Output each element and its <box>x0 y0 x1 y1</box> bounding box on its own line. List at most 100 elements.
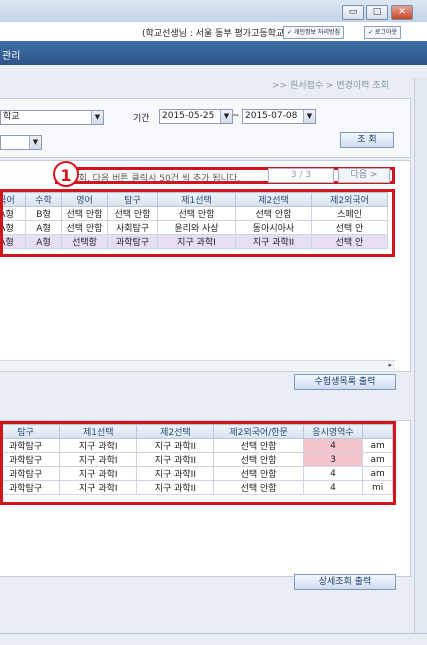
pager-message: ※ 조회, 다음 버튼 클릭시 50건 씩 추가 됩니다. <box>60 174 241 184</box>
category-select[interactable]: ▼ <box>0 135 42 150</box>
table-cell-count: 3 <box>302 452 364 467</box>
table-cell: am <box>362 466 393 481</box>
table-cell: 선택 안 <box>311 234 388 249</box>
school-select-value: 학교 <box>3 112 20 122</box>
print-detail-button[interactable]: 상세조회 출력 <box>294 574 396 590</box>
table-cell: 지구 과학I <box>59 466 138 481</box>
table-cell: A형 <box>3 206 26 221</box>
table-cell: 지구 과학II <box>136 438 215 453</box>
horizontal-scrollbar[interactable]: ▸ <box>0 360 395 370</box>
maximize-icon[interactable]: □ <box>366 5 388 20</box>
next-page-button[interactable]: 다음 > <box>338 168 390 183</box>
vertical-scrollbar[interactable] <box>414 78 427 633</box>
student-grid: 국어 수학 영어 탐구 제1선택 제2선택 제2외국어 A형 B형 선택 안함 … <box>0 189 395 257</box>
table-cell: 과학탐구 <box>107 234 158 249</box>
table-cell: 지구 과학II <box>136 480 215 495</box>
breadcrumb: >> 원서접수 > 변경이력 조회 <box>272 81 389 91</box>
date-range-separator: ~ <box>232 111 240 121</box>
table-cell: 윤리와 사상 <box>157 220 236 235</box>
chevron-down-icon[interactable]: ▼ <box>91 111 103 124</box>
table-row[interactable]: A형 B형 선택 안함 선택 안함 선택 안함 선택 안함 스페인 <box>3 206 388 221</box>
table-cell: 선택 안함 <box>213 452 304 467</box>
window-bottom-border <box>0 633 427 634</box>
table-cell: 사회탐구 <box>107 220 158 235</box>
table-cell: 선택 안함 <box>61 206 108 221</box>
column-header[interactable]: 제1선택 <box>157 192 236 207</box>
table-row[interactable]: 과학탐구 지구 과학I 지구 과학II 선택 안함 4 am <box>3 438 393 453</box>
table-cell: A형 <box>25 220 62 235</box>
search-panel <box>0 98 411 158</box>
table-cell: 지구 과학I <box>157 234 236 249</box>
search-button[interactable]: 조 회 <box>340 132 394 148</box>
table-cell: mi <box>362 480 393 495</box>
period-label: 기간 <box>133 114 150 124</box>
table-cell: 지구 과학I <box>59 438 138 453</box>
table-row[interactable]: 과학탐구 지구 과학I 지구 과학II 선택 안함 3 am <box>3 452 393 467</box>
window-titlebar: ▭ □ ✕ <box>0 0 427 23</box>
table-cell-count: 4 <box>302 480 364 495</box>
table-cell: 선택 안함 <box>213 466 304 481</box>
page-title: 관리 <box>2 51 21 62</box>
user-bar: (학교선생님 : 서울 동부 평가고등학교) 학교일반 님 ✓ 개인정보 처리방… <box>0 22 427 42</box>
table-cell: 지구 과학II <box>136 466 215 481</box>
table-cell: 선택 안 <box>311 220 388 235</box>
table-cell: A형 <box>3 234 26 249</box>
chevron-down-icon[interactable]: ▼ <box>303 110 315 123</box>
table-cell: 지구 과학II <box>235 234 312 249</box>
column-header[interactable]: 제2선택 <box>235 192 312 207</box>
table-cell: A형 <box>25 234 62 249</box>
table-cell: 지구 과학II <box>136 452 215 467</box>
date-from-select[interactable]: 2015-05-25 ▼ <box>159 109 233 124</box>
table-row[interactable]: 과학탐구 지구 과학I 지구 과학II 선택 안함 4 am <box>3 466 393 481</box>
table-cell: 선택 안함 <box>235 206 312 221</box>
table-cell: am <box>362 438 393 453</box>
table-cell: 과학탐구 <box>3 466 61 481</box>
table-cell: 과학탐구 <box>3 452 61 467</box>
column-header[interactable] <box>362 424 393 439</box>
detail-grid: 탐구 제1선택 제2선택 제2외국어/한문 응시영역수 과학탐구 지구 과학I … <box>0 421 396 505</box>
table-cell: 동아시아사 <box>235 220 312 235</box>
column-header[interactable]: 제2외국어/한문 <box>213 424 304 439</box>
column-header[interactable]: 탐구 <box>3 424 61 439</box>
table-header-row: 국어 수학 영어 탐구 제1선택 제2선택 제2외국어 <box>3 192 388 207</box>
print-student-list-button[interactable]: 수험생목록 출력 <box>294 374 396 390</box>
logout-button[interactable]: ✓ 로그아웃 <box>364 26 402 39</box>
column-header[interactable]: 국어 <box>3 192 26 207</box>
callout-number: 1 <box>53 161 79 187</box>
table-cell: am <box>362 452 393 467</box>
column-header[interactable]: 탐구 <box>107 192 158 207</box>
date-from-value: 2015-05-25 <box>162 111 215 121</box>
table-cell: 지구 과학I <box>59 480 138 495</box>
column-header[interactable]: 수학 <box>25 192 62 207</box>
table-header-row: 탐구 제1선택 제2선택 제2외국어/한문 응시영역수 <box>3 424 393 439</box>
detail-table: 탐구 제1선택 제2선택 제2외국어/한문 응시영역수 과학탐구 지구 과학I … <box>3 424 393 495</box>
chevron-down-icon[interactable]: ▼ <box>29 136 41 149</box>
table-cell: 선택 안함 <box>213 480 304 495</box>
table-cell-count: 4 <box>302 438 364 453</box>
pager-page-indicator: 3 / 3 <box>268 168 334 183</box>
table-row[interactable]: A형 A형 선택 안함 사회탐구 윤리와 사상 동아시아사 선택 안 <box>3 220 388 235</box>
table-cell: 과학탐구 <box>3 480 61 495</box>
school-select[interactable]: 학교 ▼ <box>0 110 104 125</box>
scroll-right-icon[interactable]: ▸ <box>388 361 392 369</box>
close-icon[interactable]: ✕ <box>391 5 413 20</box>
column-header[interactable]: 응시영역수 <box>302 424 364 439</box>
column-header[interactable]: 제2선택 <box>136 424 215 439</box>
table-cell: B형 <box>25 206 62 221</box>
table-cell: 지구 과학I <box>59 452 138 467</box>
table-cell-count: 4 <box>302 466 364 481</box>
column-header[interactable]: 제2외국어 <box>311 192 388 207</box>
table-row[interactable]: 과학탐구 지구 과학I 지구 과학II 선택 안함 4 mi <box>3 480 393 495</box>
table-row-selected[interactable]: A형 A형 선택함 과학탐구 지구 과학I 지구 과학II 선택 안 <box>3 234 388 249</box>
student-table: 국어 수학 영어 탐구 제1선택 제2선택 제2외국어 A형 B형 선택 안함 … <box>3 192 388 249</box>
chevron-down-icon[interactable]: ▼ <box>220 110 232 123</box>
table-cell: 스페인 <box>311 206 388 221</box>
column-header[interactable]: 영어 <box>61 192 108 207</box>
date-to-value: 2015-07-08 <box>245 111 298 121</box>
column-header[interactable]: 제1선택 <box>59 424 138 439</box>
minimize-icon[interactable]: ▭ <box>342 5 364 20</box>
privacy-policy-button[interactable]: ✓ 개인정보 처리방침 <box>283 26 345 39</box>
table-cell: A형 <box>3 220 26 235</box>
table-cell: 선택함 <box>61 234 108 249</box>
date-to-select[interactable]: 2015-07-08 ▼ <box>242 109 316 124</box>
